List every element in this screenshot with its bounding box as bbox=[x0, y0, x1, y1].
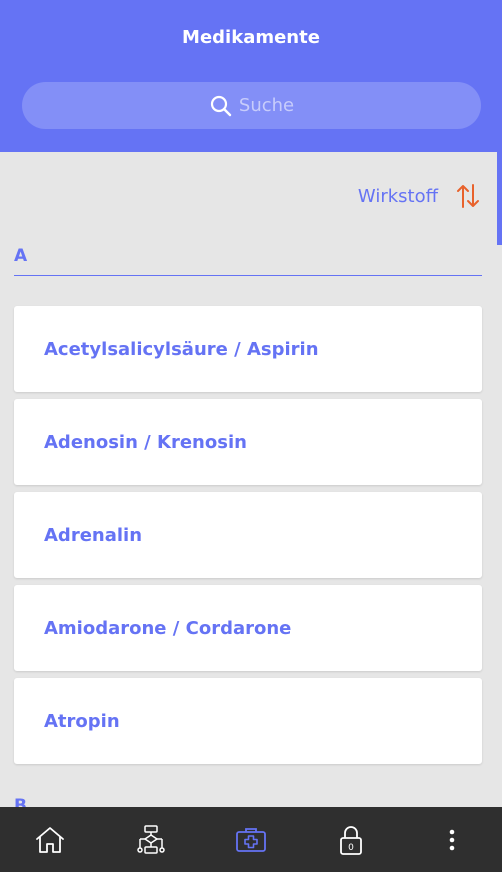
lock-badge: 0 bbox=[348, 843, 354, 853]
sort-toggle[interactable]: Wirkstoff bbox=[358, 182, 480, 210]
scrollbar[interactable] bbox=[497, 152, 502, 245]
nav-more-button[interactable] bbox=[427, 815, 477, 865]
search-placeholder: Suche bbox=[238, 95, 295, 116]
algorithm-icon bbox=[136, 824, 165, 854]
nav-algorithms-button[interactable] bbox=[126, 815, 176, 865]
list-item[interactable]: Adrenalin bbox=[14, 492, 482, 578]
page-title: Medikamente bbox=[182, 27, 320, 48]
list-item[interactable]: Adenosin / Krenosin bbox=[14, 399, 482, 485]
medical-kit-icon bbox=[236, 827, 266, 852]
list-item-label: Atropin bbox=[44, 710, 120, 732]
app-header: Medikamente Suche bbox=[0, 0, 502, 152]
bottom-navigation: 0 bbox=[0, 807, 502, 872]
nav-home-button[interactable] bbox=[25, 815, 75, 865]
medication-list-view: Wirkstoff A Acetylsalicylsäure / Aspirin… bbox=[0, 152, 502, 807]
more-vertical-icon bbox=[449, 829, 455, 850]
list-item-label: Adenosin / Krenosin bbox=[44, 431, 247, 453]
section-header-b: B bbox=[14, 796, 27, 807]
sort-arrows-icon bbox=[457, 184, 479, 208]
nav-medications-button[interactable] bbox=[226, 815, 276, 865]
list-item-label: Acetylsalicylsäure / Aspirin bbox=[44, 338, 319, 360]
list-item[interactable]: Acetylsalicylsäure / Aspirin bbox=[14, 306, 482, 392]
list-item-label: Adrenalin bbox=[44, 524, 143, 546]
nav-lock-button[interactable]: 0 bbox=[326, 815, 376, 865]
list-item[interactable]: Amiodarone / Cordarone bbox=[14, 585, 482, 671]
search-icon bbox=[210, 95, 232, 116]
home-icon bbox=[36, 826, 65, 853]
section-header-a: A bbox=[14, 246, 482, 276]
medication-list: Acetylsalicylsäure / Aspirin Adenosin / … bbox=[14, 306, 482, 771]
list-item-label: Amiodarone / Cordarone bbox=[44, 617, 292, 639]
sort-label: Wirkstoff bbox=[357, 185, 438, 207]
search-input[interactable]: Suche bbox=[22, 82, 481, 129]
list-item[interactable]: Atropin bbox=[14, 678, 482, 764]
lock-icon: 0 bbox=[340, 825, 363, 855]
